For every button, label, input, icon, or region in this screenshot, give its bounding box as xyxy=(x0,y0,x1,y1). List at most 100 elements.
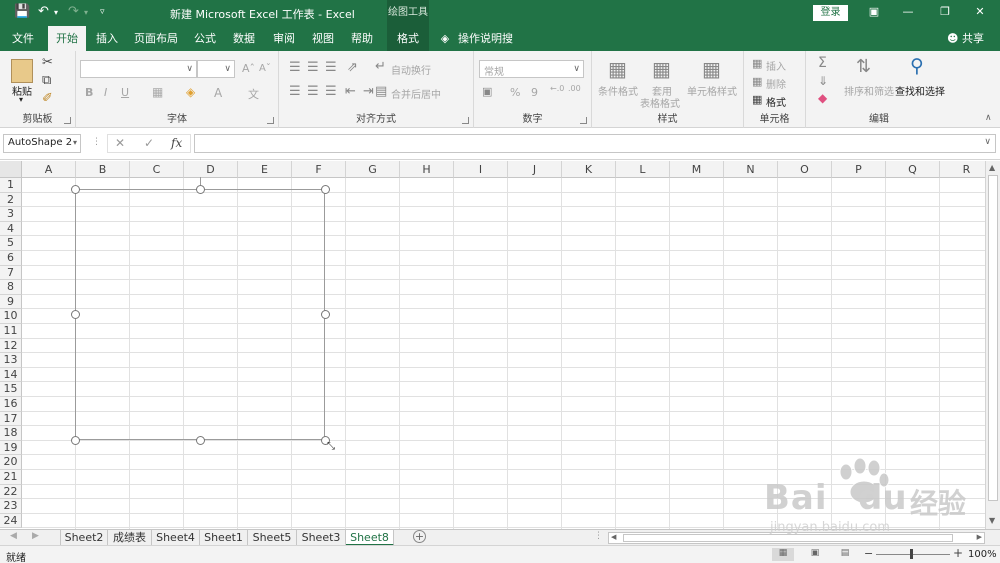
tab-review[interactable]: 审阅 xyxy=(266,26,302,51)
conditional-format-button[interactable]: 条件格式 xyxy=(598,83,638,98)
decrease-indent-icon[interactable]: ⇤ xyxy=(345,84,356,99)
row-header[interactable]: 21 xyxy=(0,470,22,485)
sheet-tab[interactable]: Sheet5 xyxy=(248,530,297,546)
zoom-level[interactable]: 100% xyxy=(968,549,997,560)
phonetic-icon[interactable]: 文 xyxy=(248,86,259,102)
next-sheet-icon[interactable]: ▶ xyxy=(32,531,39,541)
insert-cells-button[interactable]: 插入 xyxy=(766,58,786,73)
find-select-button[interactable]: 查找和选择 xyxy=(895,83,945,98)
column-header[interactable]: O xyxy=(778,161,832,178)
row-header[interactable]: 12 xyxy=(0,338,22,354)
comma-button[interactable]: 9 xyxy=(531,86,538,99)
number-format-select[interactable]: 常规 ∨ xyxy=(479,60,584,78)
tab-format[interactable]: 格式 xyxy=(387,26,429,51)
sheet-tab[interactable]: Sheet3 xyxy=(297,530,346,546)
resize-handle[interactable] xyxy=(320,310,330,319)
page-break-view-icon[interactable]: ▤ xyxy=(834,548,856,561)
merge-center-button[interactable]: 合并后居中 xyxy=(391,86,441,101)
align-left-icon[interactable]: ☰ xyxy=(289,84,301,99)
clipboard-launcher-icon[interactable] xyxy=(64,117,71,124)
font-launcher-icon[interactable] xyxy=(267,117,274,124)
row-header[interactable]: 15 xyxy=(0,382,22,397)
column-header[interactable]: N xyxy=(724,161,778,178)
row-header[interactable]: 19 xyxy=(0,440,22,456)
selected-autoshape[interactable] xyxy=(75,189,325,440)
row-header[interactable]: 3 xyxy=(0,207,22,222)
resize-handle[interactable] xyxy=(70,310,80,319)
font-size-select[interactable]: ∨ xyxy=(197,60,235,78)
minimize-icon[interactable]: — xyxy=(898,5,918,18)
row-header[interactable]: 23 xyxy=(0,499,22,514)
formula-input[interactable]: ∨ xyxy=(194,134,996,153)
sheet-tab-active[interactable]: Sheet8 xyxy=(346,530,394,546)
ribbon-display-icon[interactable]: ▣ xyxy=(864,5,884,18)
row-header[interactable]: 11 xyxy=(0,324,22,339)
sheet-tab[interactable]: Sheet2 xyxy=(60,530,108,546)
format-cells-button[interactable]: 格式 xyxy=(766,94,786,109)
column-header[interactable]: M xyxy=(670,161,724,178)
sheet-tab[interactable]: Sheet4 xyxy=(152,530,200,546)
sort-filter-button[interactable]: 排序和筛选 xyxy=(844,83,894,98)
orientation-icon[interactable]: ⇗ xyxy=(347,60,358,75)
percent-button[interactable]: % xyxy=(510,86,520,99)
column-header[interactable]: E xyxy=(238,161,292,178)
row-header[interactable]: 16 xyxy=(0,397,22,412)
resize-handle[interactable] xyxy=(195,435,205,445)
insert-function-button[interactable]: fx xyxy=(171,136,182,150)
format-as-table-button-2[interactable]: 表格格式 xyxy=(640,95,680,110)
row-header[interactable]: 6 xyxy=(0,251,22,266)
sheet-tab[interactable]: Sheet1 xyxy=(200,530,248,546)
row-header[interactable]: 17 xyxy=(0,411,22,427)
row-header[interactable]: 24 xyxy=(0,513,22,529)
zoom-in-icon[interactable]: + xyxy=(953,546,963,560)
undo-icon[interactable]: ↶ xyxy=(38,4,49,19)
align-middle-icon[interactable]: ☰ xyxy=(307,60,319,75)
expand-formula-icon[interactable]: ∨ xyxy=(984,137,991,147)
fill-color-icon[interactable]: ◈ xyxy=(186,85,195,99)
scroll-left-icon[interactable]: ◀ xyxy=(611,533,616,541)
tab-page-layout[interactable]: 页面布局 xyxy=(130,26,182,51)
new-sheet-button[interactable]: + xyxy=(413,530,426,543)
tab-help[interactable]: 帮助 xyxy=(344,26,380,51)
resize-handle[interactable] xyxy=(70,435,80,445)
tab-data[interactable]: 数据 xyxy=(226,26,262,51)
tab-insert[interactable]: 插入 xyxy=(88,26,126,51)
resize-handle[interactable] xyxy=(320,184,330,194)
row-header[interactable]: 8 xyxy=(0,280,22,295)
tab-splitter-icon[interactable]: ⋮ xyxy=(594,531,603,541)
normal-view-icon[interactable]: ▦ xyxy=(772,548,794,561)
increase-indent-icon[interactable]: ⇥ xyxy=(363,84,374,99)
enter-icon[interactable]: ✓ xyxy=(144,136,154,150)
undo-dropdown-icon[interactable]: ▾ xyxy=(54,8,58,17)
row-header[interactable]: 1 xyxy=(0,178,22,193)
column-header[interactable]: H xyxy=(400,161,454,178)
row-header[interactable]: 18 xyxy=(0,426,22,441)
underline-button[interactable]: U xyxy=(121,86,129,99)
row-header[interactable]: 4 xyxy=(0,221,22,237)
row-header[interactable]: 5 xyxy=(0,236,22,251)
column-header[interactable]: K xyxy=(562,161,616,178)
rotation-handle[interactable] xyxy=(199,177,201,185)
row-header[interactable]: 20 xyxy=(0,455,22,470)
align-bottom-icon[interactable]: ☰ xyxy=(325,60,337,75)
save-icon[interactable]: 💾 xyxy=(14,4,30,19)
select-all-corner[interactable] xyxy=(0,161,22,178)
align-right-icon[interactable]: ☰ xyxy=(325,84,337,99)
tab-formulas[interactable]: 公式 xyxy=(186,26,224,51)
paste-dropdown-icon[interactable]: ▾ xyxy=(19,95,23,104)
fill-icon[interactable]: ⇓ xyxy=(818,74,828,88)
row-header[interactable]: 2 xyxy=(0,192,22,208)
italic-button[interactable]: I xyxy=(104,86,107,99)
align-center-icon[interactable]: ☰ xyxy=(307,84,319,99)
column-header[interactable]: L xyxy=(616,161,670,178)
row-header[interactable]: 22 xyxy=(0,484,22,500)
row-header[interactable]: 7 xyxy=(0,265,22,281)
column-header[interactable]: D xyxy=(184,161,238,178)
column-header[interactable]: R xyxy=(940,161,985,178)
zoom-slider[interactable] xyxy=(876,554,950,555)
column-header[interactable]: P xyxy=(832,161,886,178)
customize-toolbar-icon[interactable]: ▿ xyxy=(100,7,105,17)
number-launcher-icon[interactable] xyxy=(580,117,587,124)
accounting-format-icon[interactable]: ▣ xyxy=(482,85,492,98)
cell-styles-button[interactable]: 单元格样式 xyxy=(687,83,737,98)
